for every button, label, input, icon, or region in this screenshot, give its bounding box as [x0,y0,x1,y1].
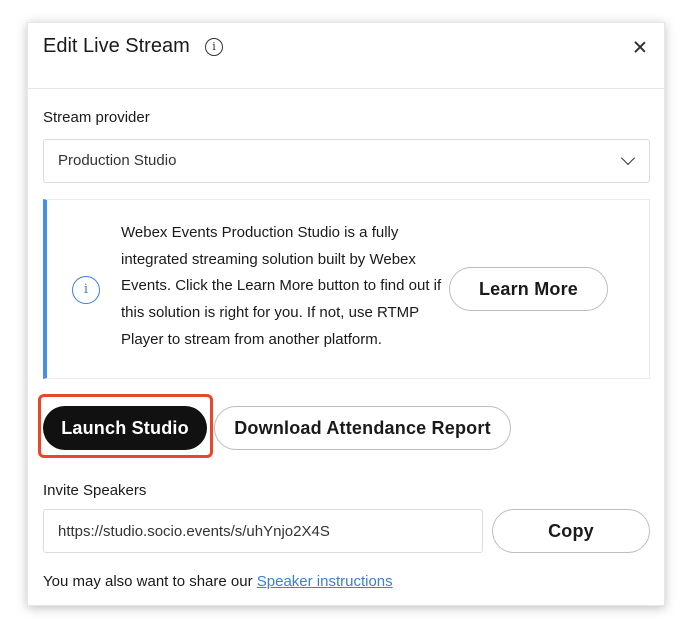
invite-speakers-label: Invite Speakers [43,482,147,499]
chevron-down-icon [620,150,636,166]
learn-more-button[interactable]: Learn More [449,267,608,311]
stream-provider-select[interactable]: Production Studio [43,139,650,183]
dialog-title: Edit Live Stream [43,35,190,57]
download-attendance-report-button[interactable]: Download Attendance Report [214,406,511,450]
dialog-header: Edit Live Stream i [28,23,664,89]
close-icon[interactable] [630,37,650,57]
edit-live-stream-dialog: Edit Live Stream i Stream provider Produ… [27,22,665,606]
info-callout-text: Webex Events Production Studio is a full… [121,224,442,348]
footer-note: You may also want to share our Speaker i… [43,573,393,590]
invite-url-field[interactable] [43,509,483,553]
footer-note-text: You may also want to share our [43,573,257,590]
launch-studio-button[interactable]: Launch Studio [43,406,207,450]
stream-provider-label: Stream provider [43,109,150,126]
stream-provider-value: Production Studio [58,152,177,169]
info-icon[interactable]: i [205,38,223,56]
info-icon: i [72,276,100,304]
copy-button[interactable]: Copy [492,509,650,553]
speaker-instructions-link[interactable]: Speaker instructions [257,573,393,590]
